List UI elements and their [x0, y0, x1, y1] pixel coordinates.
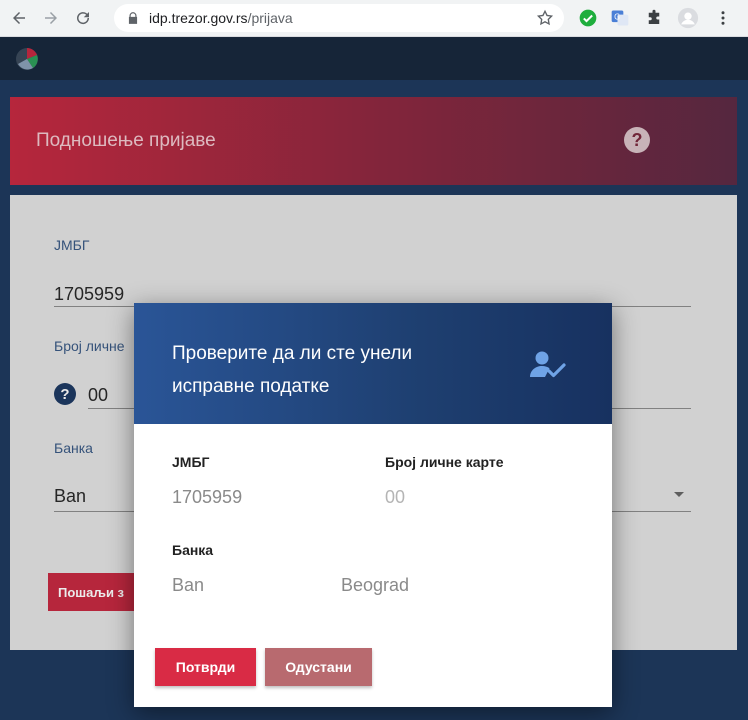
svg-text:G: G	[614, 13, 620, 22]
reload-button[interactable]	[70, 5, 96, 31]
profile-button[interactable]	[677, 7, 699, 29]
address-bar[interactable]: idp.trezor.gov.rs/prijava	[114, 4, 564, 32]
check-extension[interactable]	[577, 7, 599, 29]
user-check-icon	[530, 351, 566, 378]
confirm-button[interactable]: Потврди	[155, 648, 256, 686]
dialog-id-card-label: Број личне карте	[385, 454, 504, 470]
dialog-bank-label: Банка	[172, 542, 214, 558]
dialog-header: Проверите да ли сте унели исправне подат…	[134, 303, 612, 424]
avatar-icon	[677, 7, 699, 29]
extensions-button[interactable]	[643, 7, 665, 29]
confirm-dialog: Проверите да ли сте унели исправне подат…	[134, 303, 612, 707]
back-button[interactable]	[6, 5, 32, 31]
star-icon[interactable]	[536, 9, 554, 27]
browser-toolbar: idp.trezor.gov.rs/prijava G	[0, 0, 748, 37]
lock-icon	[128, 12, 138, 24]
kebab-menu-icon	[721, 11, 725, 25]
dialog-bank-value-city: Beograd	[341, 575, 410, 595]
forward-button[interactable]	[38, 5, 64, 31]
url-host: idp.trezor.gov.rs	[149, 10, 248, 26]
dialog-id-card-value: 00	[385, 487, 406, 507]
browser-menu-button[interactable]	[712, 7, 734, 29]
dialog-title: Проверите да ли сте унели исправне подат…	[172, 337, 472, 403]
dialog-jmbg-value: 1705959	[172, 487, 243, 507]
translate-extension[interactable]: G	[609, 7, 631, 29]
puzzle-icon	[648, 9, 660, 24]
arrow-back-icon	[13, 12, 25, 24]
dialog-title-line2: исправне податке	[172, 376, 330, 397]
cancel-button[interactable]: Одустани	[265, 648, 372, 686]
dialog-bank-value: Ban	[172, 575, 205, 595]
arrow-forward-icon	[45, 12, 57, 24]
dialog-jmbg-label: ЈМБГ	[172, 454, 210, 470]
reload-icon	[77, 12, 90, 25]
check-circle-icon	[579, 9, 597, 27]
url-path: /prijava	[247, 10, 293, 26]
translate-icon: G	[611, 10, 629, 26]
dialog-title-line1: Проверите да ли сте унели	[172, 343, 413, 364]
